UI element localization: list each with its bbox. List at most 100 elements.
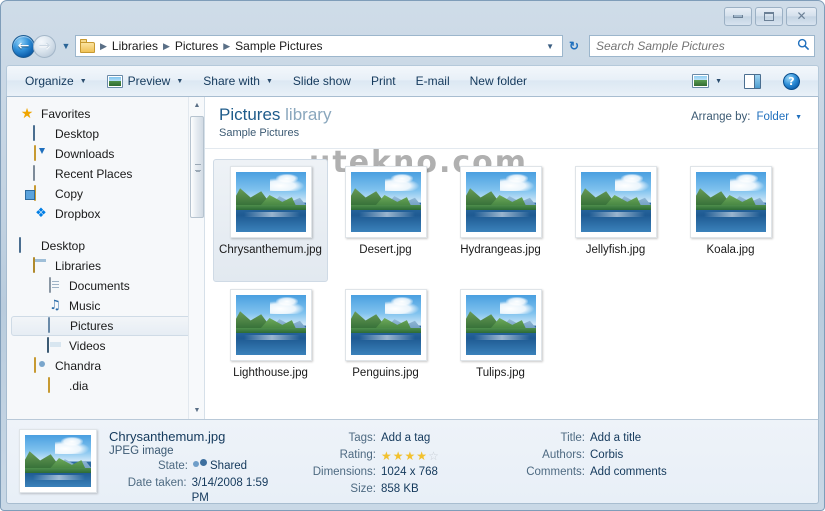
maximize-button[interactable]	[755, 7, 783, 26]
sidebar-item-chandra[interactable]: Chandra	[7, 356, 204, 376]
sidebar-item-copy[interactable]: Copy	[7, 184, 204, 204]
breadcrumb-separator[interactable]: ▶	[221, 41, 232, 52]
breadcrumb-separator[interactable]: ▶	[161, 41, 172, 52]
details-title-row: Title: Add a title	[514, 431, 752, 446]
show-preview-pane-button[interactable]	[734, 69, 771, 93]
file-item-tulips[interactable]: Tulips.jpg	[443, 282, 558, 405]
thumbnail-frame	[344, 289, 427, 361]
details-title-value[interactable]: Add a title	[590, 431, 641, 446]
breadcrumb-item-sample-pictures[interactable]: Sample Pictures	[232, 38, 325, 54]
share-with-label: Share with	[203, 74, 260, 88]
organize-button[interactable]: Organize ▼	[15, 69, 97, 93]
arrange-by-value[interactable]: Folder	[756, 111, 789, 123]
close-button[interactable]: ✕	[786, 7, 817, 26]
back-button[interactable]: ←	[12, 34, 35, 58]
sidebar-item-label: Desktop	[41, 239, 86, 253]
share-with-button[interactable]: Share with ▼	[193, 69, 283, 93]
file-item-hydrangeas[interactable]: Hydrangeas.jpg	[443, 159, 558, 282]
details-rating-row: Rating: ★ ★ ★ ★ ☆	[299, 448, 502, 463]
file-item-label: Desert.jpg	[359, 244, 412, 256]
sidebar-item-label: Libraries	[55, 259, 102, 273]
rating-star-1[interactable]: ★	[381, 449, 392, 463]
refresh-button[interactable]: ↻	[564, 36, 584, 56]
change-view-button[interactable]: ▼	[682, 69, 732, 93]
new-folder-button[interactable]: New folder	[460, 69, 537, 93]
forward-button[interactable]: →	[33, 34, 56, 58]
breadcrumb-item-pictures[interactable]: Pictures	[172, 38, 221, 54]
dropbox-icon: ❖	[35, 206, 47, 221]
print-button[interactable]: Print	[361, 69, 406, 93]
new-folder-label: New folder	[469, 74, 527, 88]
sidebar-group-spacer	[7, 224, 204, 236]
organize-label: Organize	[25, 74, 74, 88]
rating-star-4[interactable]: ★	[416, 449, 427, 463]
email-button[interactable]: E-mail	[406, 69, 460, 93]
navigation-pane-scrollbar[interactable]: ▲ ▼	[188, 97, 204, 419]
chevron-down-icon[interactable]: ▼	[542, 42, 560, 51]
details-dimensions-row: Dimensions: 1024 x 768	[299, 465, 502, 480]
file-item-jellyfish[interactable]: Jellyfish.jpg	[558, 159, 673, 282]
sidebar-item-label: Videos	[69, 339, 106, 353]
thumbnail-frame	[229, 289, 312, 361]
sidebar-item-videos[interactable]: Videos	[7, 336, 204, 356]
slide-show-button[interactable]: Slide show	[283, 69, 361, 93]
title-bar: ✕	[2, 2, 823, 30]
sidebar-item-label: .dia	[69, 379, 89, 393]
scroll-up-icon[interactable]: ▲	[189, 97, 204, 114]
rating-star-2[interactable]: ★	[393, 449, 404, 463]
scroll-down-icon[interactable]: ▼	[189, 402, 204, 419]
minimize-button[interactable]	[724, 7, 752, 26]
arrange-by-control[interactable]: Arrange by: Folder ▼	[691, 111, 802, 123]
close-icon: ✕	[796, 9, 807, 23]
library-title-primary: Pictures	[219, 105, 281, 124]
recent-pages-dropdown[interactable]: ▼	[59, 41, 73, 51]
sidebar-item-desktop-root[interactable]: Desktop	[7, 236, 204, 256]
details-authors-value[interactable]: Corbis	[590, 448, 623, 463]
sidebar-item-music[interactable]: ♫ Music	[7, 296, 204, 316]
refresh-icon: ↻	[568, 39, 580, 53]
thumbnail-frame	[574, 166, 657, 238]
slide-show-label: Slide show	[292, 74, 351, 88]
preview-pane-icon	[744, 73, 761, 89]
breadcrumb-item-libraries[interactable]: Libraries	[109, 38, 161, 54]
sidebar-item-favorites[interactable]: ★ Favorites	[7, 104, 204, 124]
file-item-penguins[interactable]: Penguins.jpg	[328, 282, 443, 405]
details-filename: Chrysanthemum.jpg	[109, 429, 226, 444]
file-item-koala[interactable]: Koala.jpg	[673, 159, 788, 282]
sidebar-item-downloads[interactable]: Downloads	[7, 144, 204, 164]
sidebar-item-recent-places[interactable]: Recent Places	[7, 164, 204, 184]
thumbnail-image	[350, 295, 421, 355]
sidebar-item-libraries[interactable]: Libraries	[7, 256, 204, 276]
document-icon	[47, 277, 63, 294]
sidebar-item-label: Documents	[69, 279, 130, 293]
breadcrumb-separator[interactable]: ▶	[98, 41, 109, 52]
details-comments-value[interactable]: Add comments	[590, 465, 667, 480]
search-box[interactable]	[589, 35, 815, 57]
help-button[interactable]: ?	[773, 69, 810, 93]
scrollbar-thumb[interactable]	[190, 116, 204, 218]
file-item-lighthouse[interactable]: Lighthouse.jpg	[213, 282, 328, 405]
sidebar-item-pictures[interactable]: Pictures	[11, 316, 198, 336]
thumbnail-frame	[459, 289, 542, 361]
address-bar[interactable]: ▶ Libraries ▶ Pictures ▶ Sample Pictures…	[75, 35, 563, 57]
sidebar-item-dia[interactable]: .dia	[7, 376, 204, 396]
details-state-row: State: Shared	[109, 459, 287, 474]
sidebar-item-label: Desktop	[55, 127, 100, 141]
sidebar-item-label: Pictures	[70, 319, 114, 333]
rating-star-3[interactable]: ★	[405, 449, 416, 463]
details-tags-value[interactable]: Add a tag	[381, 431, 430, 446]
sidebar-item-desktop[interactable]: Desktop	[7, 124, 204, 144]
thumbnail-frame	[229, 166, 312, 238]
search-input[interactable]	[596, 39, 797, 53]
sidebar-item-dropbox[interactable]: ❖ Dropbox	[7, 204, 204, 224]
rating-star-5[interactable]: ☆	[428, 449, 439, 463]
sidebar-item-documents[interactable]: Documents	[7, 276, 204, 296]
sidebar-item-label: Recent Places	[55, 167, 133, 181]
preview-button[interactable]: Preview ▼	[97, 69, 194, 93]
maximize-icon	[764, 12, 774, 21]
chevron-down-icon[interactable]: ▼	[795, 114, 802, 121]
rating-stars[interactable]: ★ ★ ★ ★ ☆	[381, 448, 439, 463]
file-item-chrysanthemum[interactable]: Chrysanthemum.jpg	[213, 159, 328, 282]
file-item-desert[interactable]: Desert.jpg	[328, 159, 443, 282]
details-thumbnail	[19, 429, 97, 493]
